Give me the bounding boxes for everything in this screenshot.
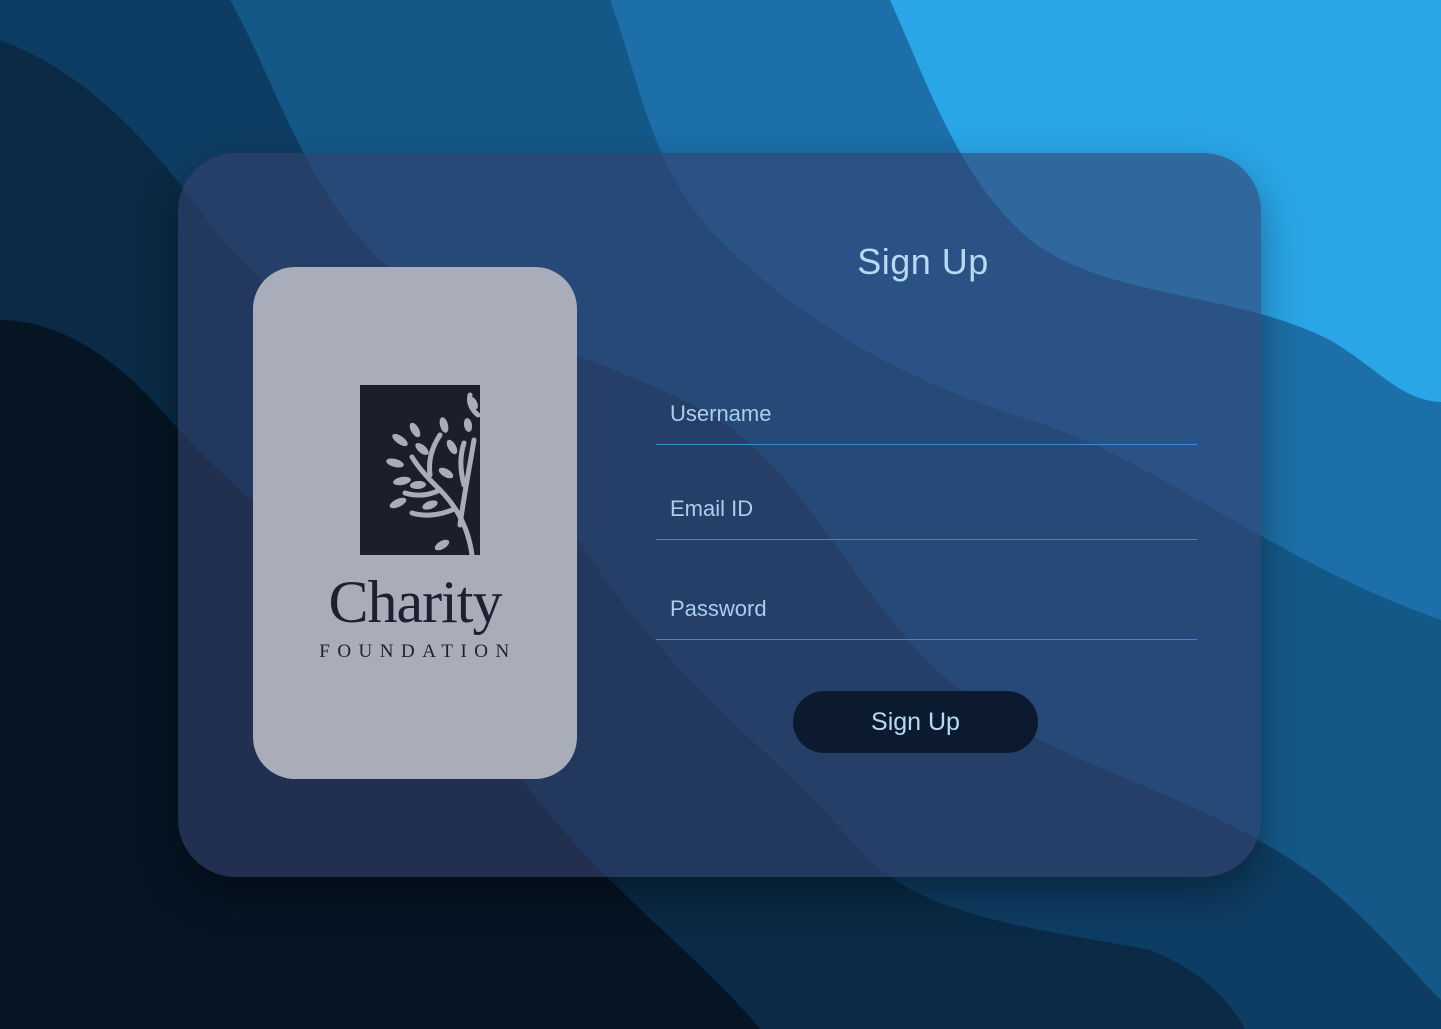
email-input[interactable] [656, 479, 1197, 539]
signup-card: Charity FOUNDATION Sign Up Sign Up [178, 153, 1261, 877]
brand-subtitle: FOUNDATION [319, 641, 517, 662]
signup-button[interactable]: Sign Up [793, 691, 1038, 753]
form-title: Sign Up [857, 241, 989, 282]
page-background: Charity FOUNDATION Sign Up Sign Up [0, 0, 1441, 1029]
tree-logo-icon [360, 385, 481, 557]
email-field [656, 479, 1197, 540]
password-field [656, 579, 1197, 640]
logo-panel: Charity FOUNDATION [253, 267, 577, 779]
username-input[interactable] [656, 384, 1197, 444]
password-input[interactable] [656, 579, 1197, 639]
username-field [656, 384, 1197, 445]
brand-name: Charity [328, 569, 503, 635]
